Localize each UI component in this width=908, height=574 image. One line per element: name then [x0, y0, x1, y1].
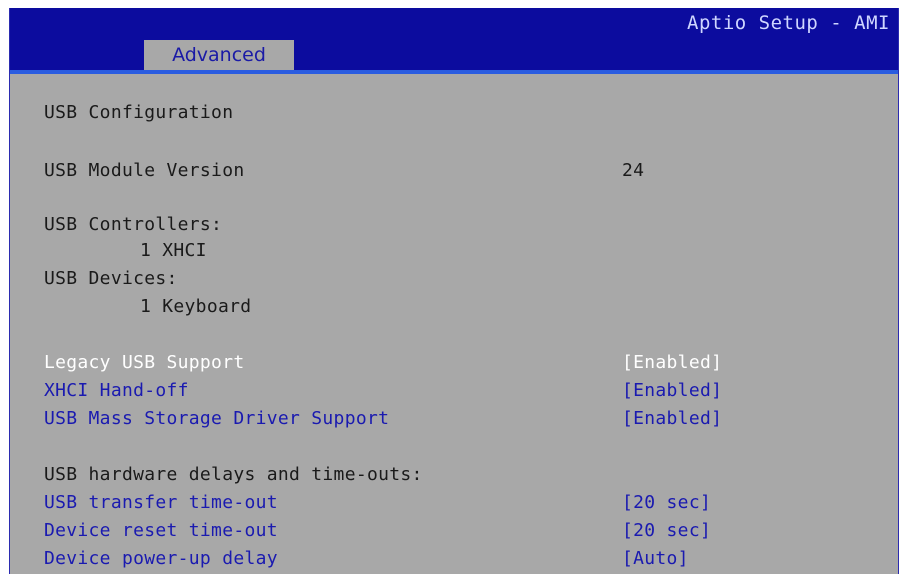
setting-legacy-usb-support[interactable]: Legacy USB Support [44, 352, 244, 373]
setting-device-reset-timeout-value[interactable]: [20 sec] [622, 520, 711, 541]
setting-xhci-hand-off-value[interactable]: [Enabled] [622, 380, 722, 401]
setting-mass-storage-driver-value[interactable]: [Enabled] [622, 408, 722, 429]
setting-xhci-hand-off[interactable]: XHCI Hand-off [44, 380, 189, 401]
controllers-value: 1 XHCI [140, 240, 207, 261]
setting-usb-transfer-timeout-value[interactable]: [20 sec] [622, 492, 711, 513]
devices-label: USB Devices: [44, 268, 178, 289]
setting-device-powerup-delay[interactable]: Device power-up delay [44, 548, 278, 569]
brand-title: Aptio Setup - AMI [687, 12, 890, 34]
setting-legacy-usb-support-value[interactable]: [Enabled] [622, 352, 722, 373]
setting-device-powerup-delay-value[interactable]: [Auto] [622, 548, 689, 569]
header-bar: Aptio Setup - AMI Advanced [10, 8, 898, 70]
main-panel: USB Configuration USB Module Version 24 … [10, 74, 898, 574]
tab-advanced[interactable]: Advanced [144, 40, 294, 70]
setting-device-reset-timeout[interactable]: Device reset time-out [44, 520, 278, 541]
devices-value: 1 Keyboard [140, 296, 252, 317]
section-title: USB Configuration [44, 102, 234, 123]
delays-heading: USB hardware delays and time-outs: [44, 464, 423, 485]
setting-mass-storage-driver[interactable]: USB Mass Storage Driver Support [44, 408, 389, 429]
controllers-label: USB Controllers: [44, 214, 223, 235]
bios-window: Aptio Setup - AMI Advanced USB Configura… [9, 8, 899, 574]
module-version-label: USB Module Version [44, 160, 245, 181]
setting-usb-transfer-timeout[interactable]: USB transfer time-out [44, 492, 278, 513]
module-version-value: 24 [622, 160, 645, 181]
